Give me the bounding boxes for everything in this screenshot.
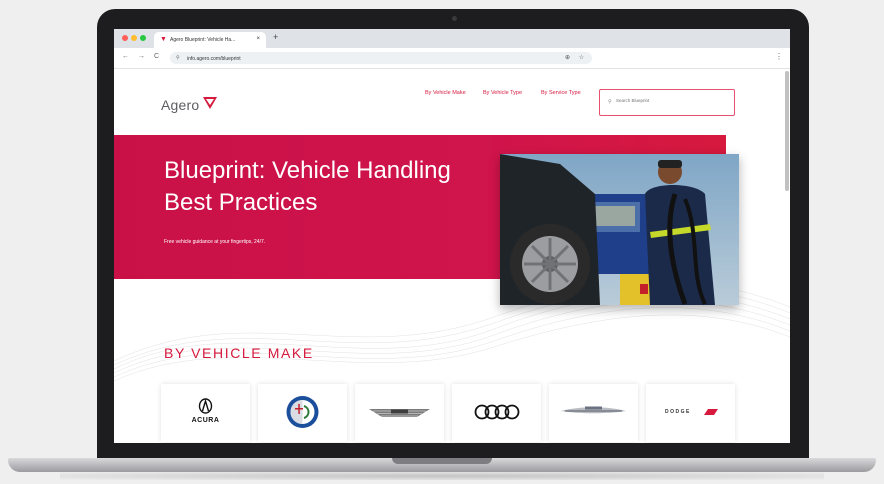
- search-input[interactable]: [616, 98, 726, 103]
- audi-logo-icon: [474, 404, 520, 420]
- back-icon[interactable]: ←: [122, 53, 129, 60]
- agero-logo-text[interactable]: Agero: [161, 97, 199, 113]
- browser-toolbar: ← → C ⚲ info.agero.com/blueprint ⊕ ☆ ⋮: [114, 48, 790, 69]
- acura-logo-icon: [198, 398, 213, 414]
- hero-subtitle: Free vehicle guidance at your fingertips…: [164, 239, 266, 245]
- tab-bar: ▼ Agero Blueprint: Vehicle Ha... × +: [114, 29, 790, 48]
- site-info-icon[interactable]: ⚲: [176, 55, 180, 61]
- camera-icon: [452, 16, 457, 21]
- nav-by-service-type[interactable]: By Service Type: [541, 90, 583, 97]
- close-window-button[interactable]: [122, 35, 128, 41]
- brand-card-aston-martin[interactable]: [355, 384, 444, 442]
- forward-icon[interactable]: →: [138, 53, 145, 60]
- minimize-window-button[interactable]: [131, 35, 137, 41]
- brand-card-audi[interactable]: [452, 384, 541, 442]
- laptop-notch: [392, 458, 492, 464]
- tab-title: Agero Blueprint: Vehicle Ha...: [170, 37, 236, 43]
- dodge-wordmark: DODGE: [665, 409, 691, 415]
- nav-by-vehicle-make[interactable]: By Vehicle Make: [425, 90, 467, 97]
- brand-card-chrysler[interactable]: [549, 384, 638, 442]
- reload-icon[interactable]: C: [154, 53, 159, 60]
- nav-by-vehicle-type[interactable]: By Vehicle Type: [483, 90, 525, 97]
- browser-tab[interactable]: ▼ Agero Blueprint: Vehicle Ha... ×: [154, 32, 266, 48]
- laptop-shadow: [60, 472, 824, 480]
- agero-logo-icon[interactable]: [202, 95, 218, 111]
- bookmark-star-icon[interactable]: ☆: [579, 54, 584, 61]
- new-tab-button[interactable]: +: [273, 32, 278, 42]
- maximize-window-button[interactable]: [140, 35, 146, 41]
- tab-close-icon[interactable]: ×: [256, 36, 260, 42]
- chrysler-logo-icon: [561, 406, 626, 414]
- zoom-icon[interactable]: ⊕: [565, 54, 570, 61]
- brand-card-dodge[interactable]: DODGE: [646, 384, 735, 442]
- section-title: BY VEHICLE MAKE: [164, 345, 314, 361]
- brand-card-alfa-romeo[interactable]: [258, 384, 347, 442]
- agero-favicon-icon: ▼: [160, 36, 167, 43]
- aston-martin-logo-icon: [369, 409, 430, 417]
- alfa-romeo-logo-icon: [286, 396, 319, 428]
- search-box[interactable]: ⚲: [599, 89, 735, 116]
- browser-menu-icon[interactable]: ⋮: [775, 52, 783, 61]
- search-icon: ⚲: [608, 99, 612, 105]
- web-page: Agero By Vehicle Make By Vehicle Type By…: [114, 69, 790, 443]
- acura-wordmark: ACURA: [191, 417, 220, 424]
- page-scrollbar[interactable]: [785, 71, 789, 191]
- hero-photo-tow-truck-operator: [500, 154, 739, 305]
- brand-card-acura[interactable]: ACURA: [161, 384, 250, 442]
- hero-title: Blueprint: Vehicle Handling Best Practic…: [164, 157, 451, 216]
- address-bar[interactable]: ⚲ info.agero.com/blueprint ⊕ ☆: [170, 52, 592, 64]
- url-text[interactable]: info.agero.com/blueprint: [187, 56, 241, 62]
- screen: ▼ Agero Blueprint: Vehicle Ha... × + ← →…: [114, 29, 790, 443]
- hero-photo-illustration: [500, 154, 739, 305]
